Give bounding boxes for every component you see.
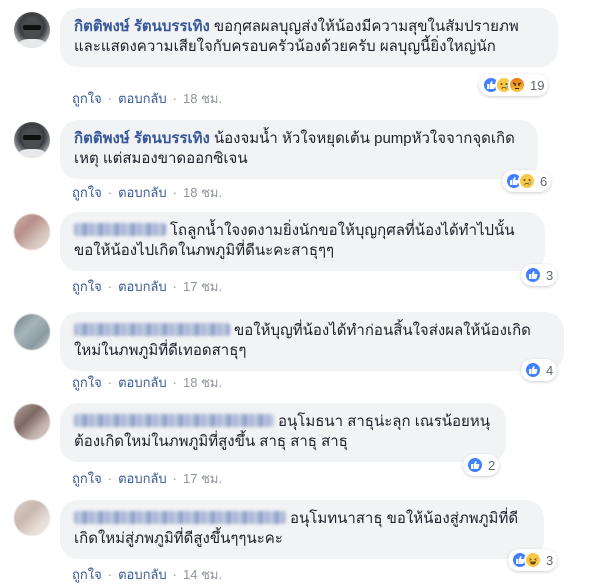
like-icon	[466, 456, 484, 474]
like-button[interactable]: ถูกใจ	[72, 471, 102, 486]
comment-bubble: กิตติพงษ์ รัตนบรรเทิง น้องจมน้ำ หัวใจหยุด…	[60, 120, 538, 179]
reply-button[interactable]: ตอบกลับ	[118, 567, 167, 582]
comment-actions: ถูกใจ · ตอบกลับ · 18 ชม.	[72, 372, 222, 393]
comment: อนุโมธนา สาธุน่ะลุก เณรน้อยหนุต้องเกิดให…	[0, 398, 600, 490]
like-icon	[524, 266, 542, 284]
comment-bubble: ขอให้บุญที่น้องได้ทำก่อนสิ้นใจส่งผลให้น้…	[60, 312, 564, 371]
reaction-summary[interactable]: 19	[479, 74, 549, 96]
comment-author[interactable]: กิตติพงษ์ รัตนบรรเทิง	[74, 130, 210, 147]
comment: กิตติพงษ์ รัตนบรรเทิง ขอกุศลผลบุญส่งให้น้…	[0, 0, 600, 110]
comment-bubble: อนุโมทนาสาธุ ขอให้น้องสู่ภพภูมิที่ดีเกิด…	[60, 500, 544, 559]
comment: อนุโมทนาสาธุ ขอให้น้องสู่ภพภูมิที่ดีเกิด…	[0, 496, 600, 587]
separator-dot: ·	[172, 91, 177, 106]
avatar[interactable]	[14, 214, 50, 250]
comment: กิตติพงษ์ รัตนบรรเทิง น้องจมน้ำ หัวใจหยุด…	[0, 112, 600, 208]
reaction-count: 3	[546, 267, 554, 283]
like-button[interactable]: ถูกใจ	[72, 185, 102, 200]
separator-dot: ·	[107, 375, 113, 390]
separator-dot: ·	[172, 185, 177, 200]
reply-button[interactable]: ตอบกลับ	[118, 91, 167, 106]
separator-dot: ·	[172, 567, 177, 582]
separator-dot: ·	[107, 185, 113, 200]
timestamp[interactable]: 14 ชม.	[183, 567, 222, 582]
haha-icon	[524, 551, 542, 569]
comment-actions: ถูกใจ · ตอบกลับ · 17 ชม.	[72, 468, 222, 489]
like-button[interactable]: ถูกใจ	[72, 91, 102, 106]
reaction-summary[interactable]: 4	[521, 359, 558, 381]
comment-bubble: อนุโมธนา สาธุน่ะลุก เณรน้อยหนุต้องเกิดให…	[60, 403, 506, 462]
like-icon	[524, 361, 542, 379]
comment-actions: ถูกใจ · ตอบกลับ · 14 ชม.	[72, 564, 222, 585]
separator-dot: ·	[107, 91, 113, 106]
reaction-count: 2	[488, 457, 496, 473]
reaction-count: 4	[546, 362, 554, 378]
reaction-summary[interactable]: 2	[463, 454, 500, 476]
timestamp[interactable]: 17 ชม.	[183, 279, 222, 294]
comment-bubble: กิตติพงษ์ รัตนบรรเทิง ขอกุศลผลบุญส่งให้น้…	[60, 8, 558, 67]
separator-dot: ·	[107, 279, 113, 294]
reply-button[interactable]: ตอบกลับ	[118, 375, 167, 390]
avatar[interactable]	[14, 500, 50, 536]
timestamp[interactable]: 18 ชม.	[183, 91, 222, 106]
reaction-summary[interactable]: 6	[502, 170, 552, 192]
comment-actions: ถูกใจ · ตอบกลับ · 18 ชม.	[72, 182, 222, 203]
separator-dot: ·	[172, 471, 177, 486]
timestamp[interactable]: 17 ชม.	[183, 471, 222, 486]
reply-button[interactable]: ตอบกลับ	[118, 185, 167, 200]
separator-dot: ·	[172, 375, 177, 390]
separator-dot: ·	[107, 471, 113, 486]
like-button[interactable]: ถูกใจ	[72, 567, 102, 582]
angry-icon	[508, 76, 526, 94]
comment-author[interactable]	[74, 223, 166, 236]
avatar[interactable]	[14, 122, 50, 158]
avatar[interactable]	[14, 12, 50, 48]
comment-author[interactable]	[74, 323, 230, 336]
comment-bubble: โถลูกน้ำใจงดงามยิ่งนักขอให้บุญกุศลที่น้อ…	[60, 212, 545, 271]
timestamp[interactable]: 18 ชม.	[183, 375, 222, 390]
avatar[interactable]	[14, 314, 50, 350]
comment-actions: ถูกใจ · ตอบกลับ · 17 ชม.	[72, 276, 222, 297]
reply-button[interactable]: ตอบกลับ	[118, 471, 167, 486]
comment-author[interactable]	[74, 414, 274, 427]
comment-author[interactable]	[74, 511, 286, 524]
reply-button[interactable]: ตอบกลับ	[118, 279, 167, 294]
separator-dot: ·	[172, 279, 177, 294]
avatar[interactable]	[14, 404, 50, 440]
reaction-count: 19	[530, 77, 545, 93]
like-button[interactable]: ถูกใจ	[72, 279, 102, 294]
reaction-count: 6	[540, 173, 548, 189]
comment: ขอให้บุญที่น้องได้ทำก่อนสิ้นใจส่งผลให้น้…	[0, 306, 600, 396]
like-button[interactable]: ถูกใจ	[72, 375, 102, 390]
reaction-summary[interactable]: 3	[508, 549, 558, 571]
separator-dot: ·	[107, 567, 113, 582]
sad-icon	[518, 172, 536, 190]
comment: โถลูกน้ำใจงดงามยิ่งนักขอให้บุญกุศลที่น้อ…	[0, 206, 600, 302]
timestamp[interactable]: 18 ชม.	[183, 185, 222, 200]
comment-author[interactable]: กิตติพงษ์ รัตนบรรเทิง	[74, 18, 210, 35]
comment-actions: ถูกใจ · ตอบกลับ · 18 ชม.	[72, 88, 222, 109]
reaction-count: 3	[546, 552, 554, 568]
reaction-summary[interactable]: 3	[521, 264, 558, 286]
